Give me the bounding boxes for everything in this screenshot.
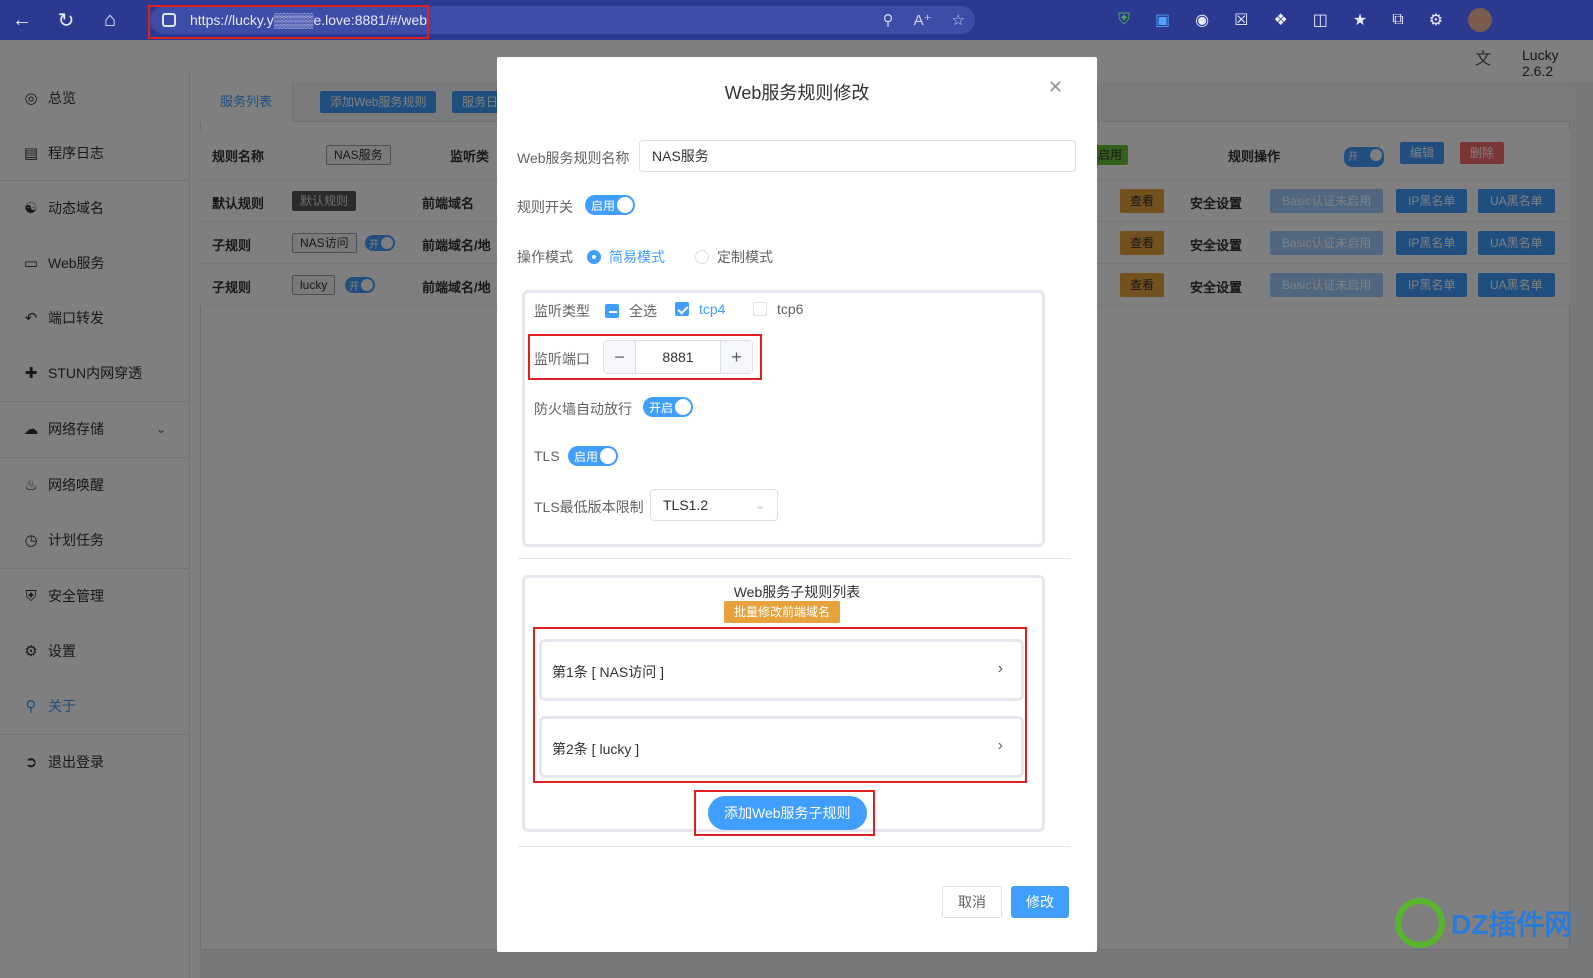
sub-rule-label: 第1条 [ NAS访问 ] — [552, 664, 665, 680]
sub-rule-label: 第2条 [ lucky ] — [552, 741, 640, 757]
rule-enable-switch[interactable]: 启用 — [585, 195, 635, 215]
chevron-right-icon: › — [997, 737, 1003, 754]
decrement-button[interactable]: − — [604, 341, 636, 373]
tls-min-select[interactable]: TLS1.2 ⌄ — [650, 489, 778, 521]
listen-port-stepper[interactable]: − 8881 + — [603, 340, 753, 374]
radio-label: 定制模式 — [717, 249, 773, 265]
extension-icon[interactable]: ▣ — [1155, 10, 1170, 30]
url-highlight-box — [148, 5, 429, 39]
submit-button[interactable]: 修改 — [1011, 886, 1069, 918]
select-value: TLS1.2 — [663, 497, 709, 513]
checkbox-label: tcp4 — [699, 301, 726, 317]
chevron-down-icon: ⌄ — [754, 498, 765, 512]
switch-knob — [617, 197, 633, 213]
tls-min-label: TLS最低版本限制 — [534, 499, 644, 515]
rule-name-input[interactable]: NAS服务 — [639, 140, 1076, 172]
refresh-icon[interactable]: ↻ — [44, 0, 88, 40]
checkbox-label: tcp6 — [777, 301, 804, 317]
rule-name-label: Web服务规则名称 — [517, 150, 630, 166]
rule-switch-label: 规则开关 — [517, 199, 573, 215]
read-aloud-icon[interactable]: A⁺ — [914, 11, 932, 29]
firewall-switch[interactable]: 开启 — [643, 397, 693, 417]
tls-switch[interactable]: 启用 — [568, 446, 618, 466]
switch-knob — [675, 399, 691, 415]
split-screen-icon[interactable]: ◫ — [1313, 10, 1328, 30]
home-icon[interactable]: ⌂ — [88, 0, 132, 40]
close-icon[interactable]: ✕ — [1048, 77, 1063, 98]
extension-icons: ⛨ ▣ ◉ ☒ ❖ ◫ ★ ⧉ ⚙ — [1118, 0, 1493, 40]
radio-dot — [695, 250, 709, 264]
add-web-subrule-button[interactable]: 添加Web服务子规则 — [708, 796, 867, 830]
edit-web-rule-dialog: Web服务规则修改 ✕ Web服务规则名称 NAS服务 规则开关 启用 操作模式… — [497, 57, 1097, 952]
switch-label: 开启 — [649, 401, 674, 415]
puzzle-extensions-icon[interactable]: ❖ — [1273, 10, 1287, 30]
address-bar-icons: ⚲ A⁺ ☆ — [883, 6, 965, 34]
sub-rule-item[interactable]: 第2条 [ lucky ] › — [539, 716, 1024, 778]
switch-label: 启用 — [574, 450, 599, 464]
chevron-right-icon: › — [997, 660, 1003, 677]
divider — [518, 846, 1070, 847]
mode-simple-radio[interactable]: 简易模式 — [587, 247, 665, 267]
divider — [518, 558, 1070, 559]
increment-button[interactable]: + — [720, 341, 752, 373]
sub-rule-item[interactable]: 第1条 [ NAS访问 ] › — [539, 639, 1024, 701]
back-arrow-icon[interactable]: ← — [0, 0, 44, 40]
batch-edit-domain-button[interactable]: 批量修改前端域名 — [724, 601, 841, 623]
sub-rule-list-title: Web服务子规则列表 — [733, 584, 861, 600]
key-icon[interactable]: ⚲ — [883, 11, 894, 29]
checkbox-label: 全选 — [629, 303, 657, 319]
switch-label: 启用 — [591, 199, 616, 213]
select-all-checkbox[interactable]: 全选 — [605, 301, 657, 321]
watermark-logo — [1395, 898, 1445, 948]
checkbox-box — [605, 304, 619, 318]
cancel-button[interactable]: 取消 — [942, 886, 1002, 918]
favorites-icon[interactable]: ★ — [1353, 10, 1367, 30]
checkbox-box — [675, 302, 689, 316]
profile-avatar[interactable] — [1468, 8, 1493, 32]
mode-label: 操作模式 — [517, 249, 573, 265]
watermark: DZ插件网 — [1395, 898, 1572, 948]
checkbox-box — [753, 302, 767, 316]
listen-type-label: 监听类型 — [534, 303, 590, 319]
favorite-star-icon[interactable]: ☆ — [952, 11, 965, 29]
extension-icon[interactable]: ◉ — [1195, 10, 1209, 30]
tls-label: TLS — [534, 448, 560, 464]
radio-label: 简易模式 — [609, 249, 665, 265]
tcp6-checkbox[interactable]: tcp6 — [753, 301, 803, 317]
port-value[interactable]: 8881 — [636, 341, 720, 373]
tcp4-checkbox[interactable]: tcp4 — [675, 301, 725, 317]
firewall-label: 防火墙自动放行 — [534, 401, 632, 417]
radio-dot — [587, 250, 601, 264]
extension-icon[interactable]: ☒ — [1234, 10, 1248, 30]
dialog-title: Web服务规则修改 — [724, 83, 870, 103]
collections-icon[interactable]: ⧉ — [1392, 11, 1403, 29]
mode-custom-radio[interactable]: 定制模式 — [695, 247, 773, 267]
performance-icon[interactable]: ⚙ — [1429, 10, 1443, 30]
switch-knob — [600, 448, 616, 464]
listen-port-label: 监听端口 — [534, 351, 590, 367]
shield-extension-icon[interactable]: ⛨ — [1118, 11, 1130, 29]
watermark-text: DZ插件网 — [1451, 909, 1573, 940]
